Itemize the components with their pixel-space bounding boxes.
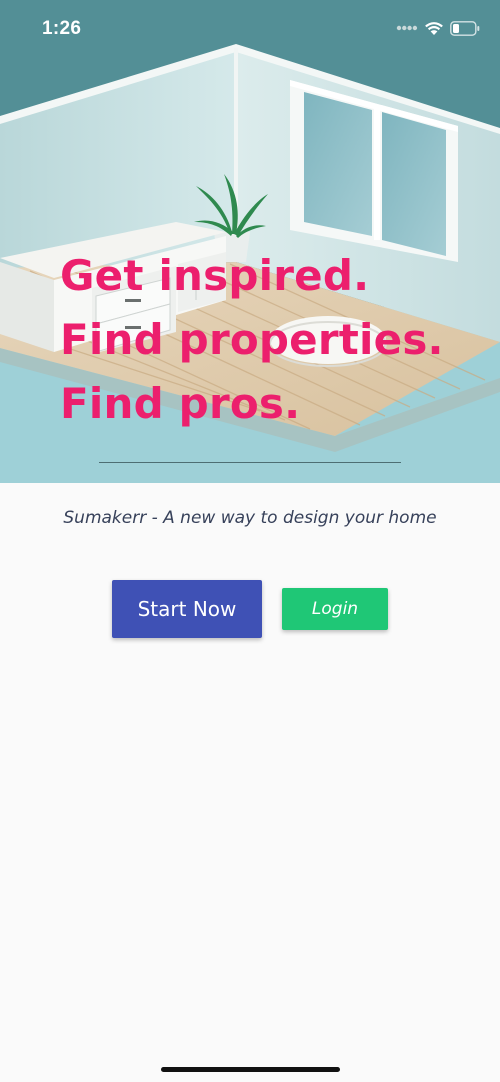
headline-line-inspired: Get inspired. bbox=[60, 251, 370, 300]
battery-icon bbox=[450, 20, 480, 36]
login-button[interactable]: Login bbox=[282, 588, 388, 630]
status-time: 1:26 bbox=[42, 18, 82, 39]
app-tagline: Sumakerr - A new way to design your home bbox=[63, 508, 437, 528]
hero-room-image: Get inspired. Find properties. Find pros… bbox=[0, 0, 500, 483]
status-icons bbox=[396, 20, 480, 36]
headline-line-properties: Find properties. bbox=[60, 315, 444, 364]
start-now-button[interactable]: Start Now bbox=[112, 580, 262, 638]
hero-divider bbox=[99, 462, 401, 463]
headline-line-pros: Find pros. bbox=[60, 379, 301, 428]
status-bar: 1:26 bbox=[0, 0, 500, 58]
wifi-icon bbox=[425, 22, 443, 35]
home-indicator[interactable] bbox=[161, 1067, 340, 1072]
signal-dots-icon bbox=[396, 25, 418, 31]
welcome-screen: Get inspired. Find properties. Find pros… bbox=[0, 0, 500, 1082]
hero-headline: Get inspired. Find properties. Find pros… bbox=[60, 244, 444, 436]
